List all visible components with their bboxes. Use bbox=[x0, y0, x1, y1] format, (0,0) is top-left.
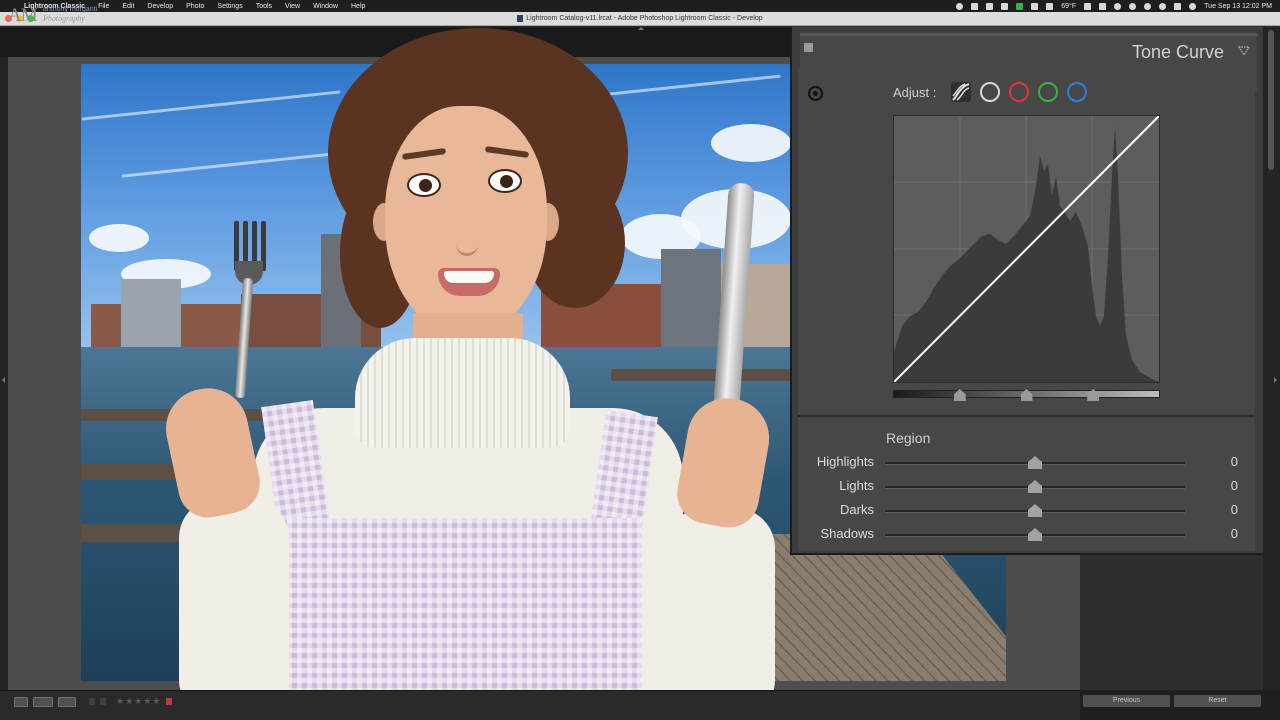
menu-view[interactable]: View bbox=[285, 3, 300, 10]
left-panel-edge[interactable] bbox=[0, 57, 8, 690]
menu-window[interactable]: Window bbox=[313, 3, 338, 10]
panel-switch-icon[interactable] bbox=[804, 43, 813, 52]
identity-plate-name: anthony morganti bbox=[43, 6, 98, 13]
menu-tools[interactable]: Tools bbox=[256, 3, 272, 10]
previous-button[interactable]: Previous bbox=[1083, 695, 1170, 707]
mac-menu-bar: Lightroom Classic File Edit Develop Phot… bbox=[0, 0, 1280, 12]
reset-button[interactable]: Reset bbox=[1174, 695, 1261, 707]
photo-turtleneck bbox=[355, 338, 570, 448]
compare-view-icon[interactable] bbox=[58, 697, 76, 707]
photo-knife bbox=[713, 182, 755, 414]
photo-eye bbox=[407, 173, 441, 197]
expand-left-panel-icon[interactable] bbox=[2, 377, 5, 383]
lightroom-window: Lightroom Classic File Edit Develop Phot… bbox=[0, 0, 1280, 720]
status-area: 69°F Tue Sep 13 12:02 PM bbox=[956, 0, 1272, 12]
bottom-toolbar bbox=[0, 690, 1080, 720]
red-channel-icon[interactable] bbox=[1009, 82, 1029, 102]
highlights-label: Highlights bbox=[816, 454, 874, 469]
curve-canvas[interactable] bbox=[893, 115, 1160, 383]
backup-icon[interactable] bbox=[1001, 2, 1009, 10]
user-icon[interactable] bbox=[1189, 2, 1197, 10]
right-panel-scroll-thumb[interactable] bbox=[1268, 30, 1274, 170]
darks-label: Darks bbox=[840, 502, 874, 517]
photo-fork bbox=[231, 221, 267, 285]
photo-eye bbox=[488, 169, 522, 193]
photo-hand bbox=[165, 380, 266, 524]
photo-face bbox=[385, 106, 547, 334]
menu-clock[interactable]: Tue Sep 13 12:02 PM bbox=[1204, 3, 1272, 10]
dropbox-icon[interactable] bbox=[971, 2, 979, 10]
green-channel-icon[interactable] bbox=[1038, 82, 1058, 102]
photo-arm bbox=[179, 498, 289, 720]
lights-label: Lights bbox=[839, 478, 874, 493]
tone-curve-graph[interactable] bbox=[893, 115, 1160, 383]
flag-reject-icon[interactable] bbox=[100, 698, 106, 705]
menu-help[interactable]: Help bbox=[351, 3, 365, 10]
loupe-view-icon[interactable] bbox=[14, 697, 28, 707]
search-icon[interactable] bbox=[1159, 2, 1167, 10]
calendar-icon[interactable] bbox=[1084, 2, 1092, 10]
photo-subject-woman bbox=[165, 28, 795, 720]
app-a-icon[interactable] bbox=[1031, 2, 1039, 10]
panel-title[interactable]: Tone Curve bbox=[1100, 42, 1224, 63]
targeted-adjustment-icon[interactable] bbox=[808, 86, 823, 101]
battery-icon[interactable] bbox=[986, 2, 994, 10]
creative-cloud-icon[interactable] bbox=[956, 2, 964, 10]
app-badge-icon[interactable] bbox=[1016, 2, 1024, 10]
photo-fork-handle bbox=[234, 277, 254, 399]
menu-edit[interactable]: Edit bbox=[122, 3, 134, 10]
photo-arm bbox=[665, 508, 775, 720]
star-rating[interactable]: ★★★★★ bbox=[116, 696, 161, 707]
window-title: Lightroom Catalog-v11.lrcat - Adobe Phot… bbox=[526, 15, 763, 22]
menu-photo[interactable]: Photo bbox=[186, 3, 204, 10]
shadows-value[interactable]: 0 bbox=[1200, 526, 1238, 541]
blue-channel-icon[interactable] bbox=[1067, 82, 1087, 102]
photo-hand bbox=[672, 391, 776, 533]
panel-collapse-icon[interactable] bbox=[1238, 46, 1250, 56]
menu-settings[interactable]: Settings bbox=[217, 3, 242, 10]
region-label: Region bbox=[886, 430, 931, 446]
app-grid-icon[interactable] bbox=[1046, 2, 1054, 10]
wifi-icon[interactable] bbox=[1144, 2, 1152, 10]
identity-plate-subtitle: Photography bbox=[43, 14, 85, 23]
photo-cloud bbox=[89, 224, 149, 252]
window-title-bar: Lightroom Catalog-v11.lrcat - Adobe Phot… bbox=[0, 12, 1280, 26]
rgb-channel-icon[interactable] bbox=[980, 82, 1000, 102]
parametric-curve-icon[interactable] bbox=[950, 81, 972, 103]
photo-nose bbox=[456, 228, 478, 256]
bluetooth-icon[interactable] bbox=[1114, 2, 1122, 10]
shadows-label: Shadows bbox=[820, 526, 874, 541]
color-label-red-icon[interactable] bbox=[166, 698, 172, 705]
collapse-right-panel-icon[interactable] bbox=[1274, 377, 1277, 383]
before-after-icon[interactable] bbox=[33, 697, 53, 707]
control-center-icon[interactable] bbox=[1174, 2, 1182, 10]
lights-value[interactable]: 0 bbox=[1200, 478, 1238, 493]
darks-value[interactable]: 0 bbox=[1200, 502, 1238, 517]
right-panel-lower bbox=[1080, 555, 1263, 690]
weather-temperature[interactable]: 69°F bbox=[1061, 3, 1076, 10]
flag-pick-icon[interactable] bbox=[89, 698, 95, 705]
catalog-document-icon bbox=[517, 15, 524, 22]
menu-file[interactable]: File bbox=[98, 3, 109, 10]
menu-develop[interactable]: Develop bbox=[147, 3, 173, 10]
highlights-value[interactable]: 0 bbox=[1200, 454, 1238, 469]
volume-icon[interactable] bbox=[1129, 2, 1137, 10]
stack-icon[interactable] bbox=[1099, 2, 1107, 10]
adjust-label: Adjust : bbox=[893, 85, 937, 100]
photo-smile bbox=[438, 268, 500, 296]
identity-plate-initials: AM bbox=[8, 5, 38, 26]
